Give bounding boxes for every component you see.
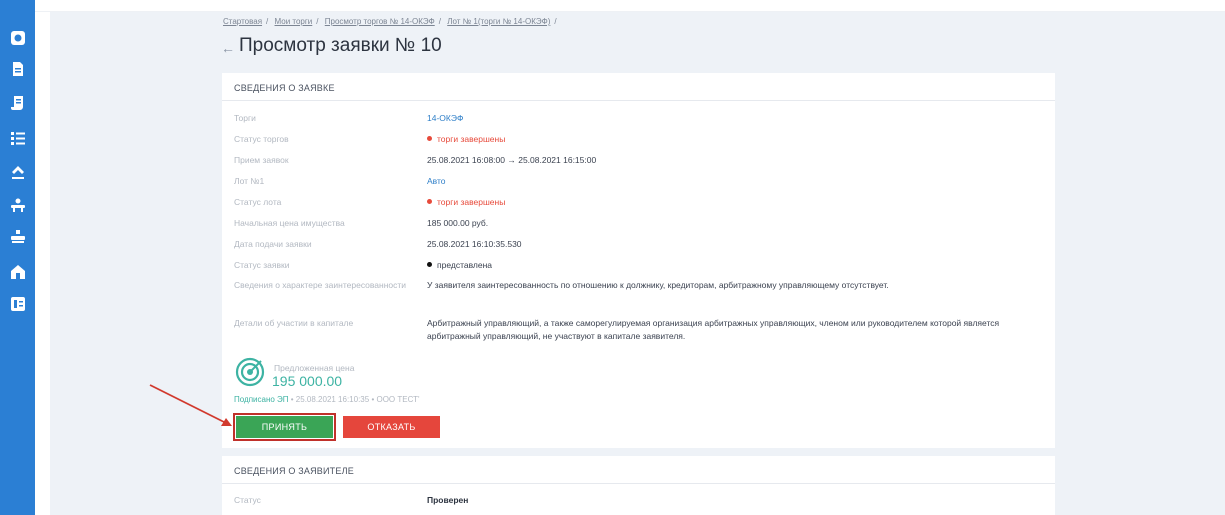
breadcrumb-lot[interactable]: Лот № 1(торги № 14-ОКЭФ) [447, 17, 550, 26]
id-card-icon[interactable] [9, 295, 26, 312]
label-receipt: Прием заявок [234, 155, 289, 165]
breadcrumb: Стартовая / Мои торги / Просмотр торгов № … [223, 17, 557, 26]
status-text: представлена [437, 260, 493, 270]
value-applicant-status: Проверен [427, 495, 469, 505]
label-interest: Сведения о характере заинтересованности [234, 280, 407, 290]
status-text: торги завершены [437, 197, 506, 207]
breadcrumb-my-auctions[interactable]: Мои торги [275, 17, 313, 26]
status-dot [427, 199, 432, 204]
accept-button[interactable]: ПРИНЯТЬ [233, 413, 336, 441]
sidebar [0, 0, 35, 515]
top-bar [35, 0, 1225, 12]
document-icon[interactable] [9, 60, 26, 77]
home-icon[interactable] [9, 263, 26, 280]
application-card: СВЕДЕНИЯ О ЗАЯВКЕ Торги 14-ОКЭФ Статус т… [222, 73, 1055, 448]
target-icon [235, 357, 265, 387]
label-start-price: Начальная цена имущества [234, 218, 345, 228]
label-auction: Торги [234, 113, 256, 123]
signed-text: Подписано ЭП [234, 395, 289, 404]
back-arrow-icon[interactable]: ← [221, 40, 235, 56]
value-capital: Арбитражный управляющий, а также саморег… [427, 318, 1000, 341]
label-capital: Детали об участии в капитале [234, 318, 354, 328]
value-app-status: представлена [427, 259, 1037, 272]
value-auction-status: торги завершены [427, 133, 1037, 146]
label-app-status: Статус заявки [234, 260, 290, 270]
status-dot [427, 136, 432, 141]
reject-button[interactable]: ОТКАЗАТЬ [343, 416, 440, 438]
price-value: 195 000.00 [272, 373, 343, 389]
label-submit-date: Дата подачи заявки [234, 239, 312, 249]
label-auction-status: Статус торгов [234, 134, 289, 144]
value-lot-status: торги завершены [427, 196, 1037, 209]
value-receipt: 25.08.2021 16:08:00 → 25.08.2021 16:15:0… [427, 155, 597, 165]
bench-alt-icon[interactable] [9, 228, 26, 245]
label-applicant-status: Статус [234, 495, 261, 505]
status-dot [427, 262, 432, 267]
applicant-header-label: СВЕДЕНИЯ О ЗАЯВИТЕЛЕ [234, 466, 354, 476]
price-label: Предложенная цена [274, 363, 355, 373]
logo-icon[interactable] [9, 29, 26, 46]
value-auction[interactable]: 14-ОКЭФ [427, 112, 1037, 125]
value-submit-date: 25.08.2021 16:10:35.530 [427, 239, 522, 249]
value-interest: У заявителя заинтересованность по отноше… [427, 280, 889, 290]
page-title: Просмотр заявки № 10 [239, 35, 442, 56]
breadcrumb-auction-view[interactable]: Просмотр торгов № 14-ОКЭФ [325, 17, 435, 26]
label-lot: Лот №1 [234, 176, 265, 186]
bench-icon[interactable] [9, 196, 26, 213]
breadcrumb-home[interactable]: Стартовая [223, 17, 262, 26]
status-text: торги завершены [437, 134, 506, 144]
applicant-card: СВЕДЕНИЯ О ЗАЯВИТЕЛЕ Статус Проверен [222, 456, 1055, 515]
signed-org: ООО ТЕСТ' [376, 395, 420, 404]
gavel-icon[interactable] [9, 163, 26, 180]
value-start-price: 185 000.00 руб. [427, 218, 489, 228]
signed-date: 25.08.2021 16:10:35 [295, 395, 370, 404]
signature-line: Подписано ЭП • 25.08.2021 16:10:35 • ООО… [234, 395, 420, 404]
scroll-icon[interactable] [9, 94, 26, 111]
label-lot-status: Статус лота [234, 197, 282, 207]
applicant-header: СВЕДЕНИЯ О ЗАЯВИТЕЛЕ [222, 456, 1055, 484]
list-icon[interactable] [9, 129, 26, 146]
application-header: СВЕДЕНИЯ О ЗАЯВКЕ [222, 73, 1055, 101]
application-header-label: СВЕДЕНИЯ О ЗАЯВКЕ [234, 83, 335, 93]
value-lot[interactable]: Авто [427, 175, 1037, 188]
